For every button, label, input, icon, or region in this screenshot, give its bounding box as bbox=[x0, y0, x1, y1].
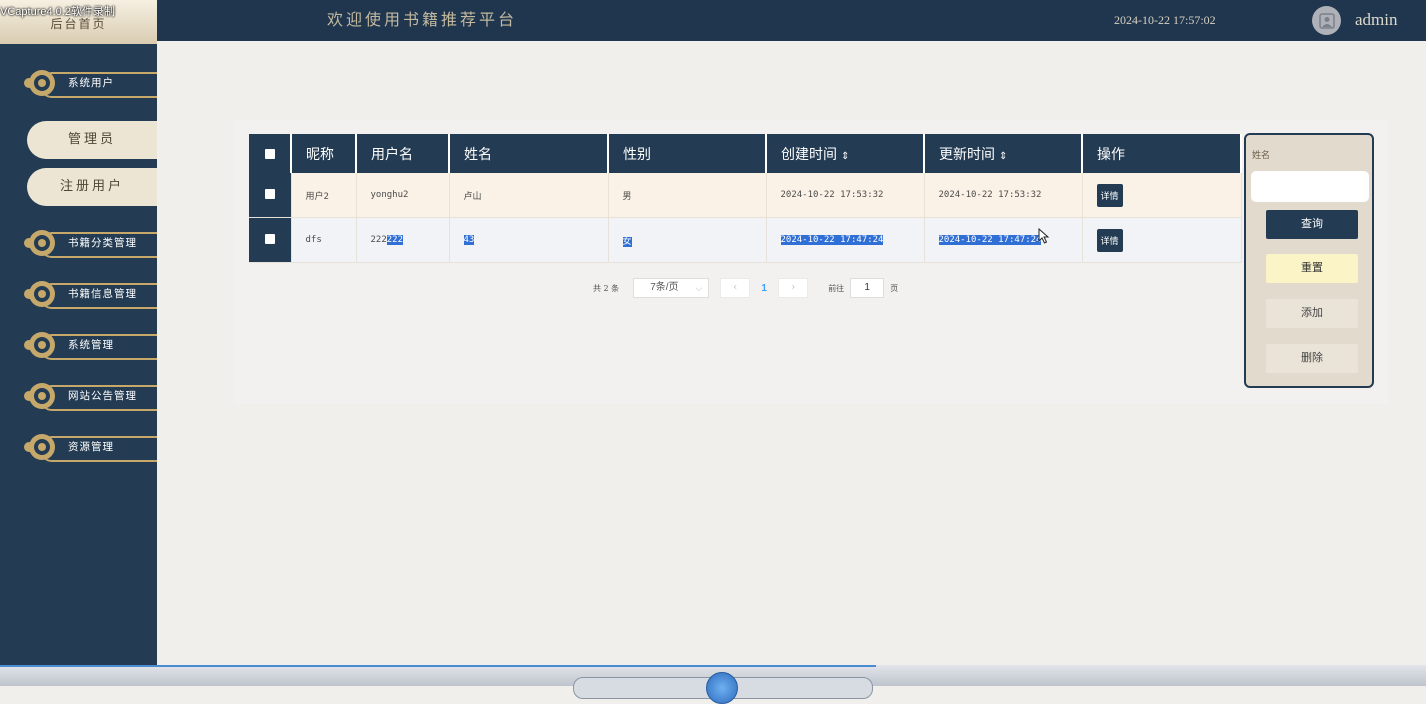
top-header: 欢迎使用书籍推荐平台 2024-10-22 17:57:02 admin bbox=[157, 0, 1426, 41]
user-avatar-icon bbox=[1318, 12, 1335, 29]
table-header-row: 昵称 用户名 姓名 性别 创建时间 ⇕ 更新时间 ⇕ 操作 bbox=[249, 134, 1242, 173]
sort-icon[interactable]: ⇕ bbox=[999, 151, 1007, 162]
search-panel: 姓名 查询 重置 添加 删除 bbox=[1244, 133, 1374, 388]
cell-name: 卢山 bbox=[449, 173, 609, 218]
play-icon[interactable] bbox=[706, 672, 738, 704]
cell-username: yonghu2 bbox=[356, 173, 450, 218]
column-header-action: 操作 bbox=[1082, 134, 1242, 173]
table-row: 用户2 yonghu2 卢山 男 2024-10-22 17:53:32 202… bbox=[249, 173, 1242, 218]
name-search-input[interactable] bbox=[1251, 171, 1369, 202]
sort-icon[interactable]: ⇕ bbox=[841, 151, 849, 162]
column-header-nickname: 昵称 bbox=[291, 134, 357, 173]
sidebar-item-resources[interactable]: 资源管理 bbox=[22, 429, 157, 465]
select-all-checkbox[interactable] bbox=[249, 134, 292, 173]
cell-created: 2024-10-22 17:53:32 bbox=[766, 173, 925, 218]
cell-nickname: dfs bbox=[291, 217, 357, 263]
goto-page-input[interactable]: 1 bbox=[850, 278, 885, 298]
cell-gender: 女 bbox=[608, 217, 767, 263]
page-number-current[interactable]: 1 bbox=[750, 283, 778, 294]
column-header-gender: 性别 bbox=[608, 134, 767, 173]
username-label[interactable]: admin bbox=[1355, 0, 1398, 40]
add-button[interactable]: 添加 bbox=[1266, 299, 1358, 328]
total-count: 共 2 条 bbox=[593, 283, 620, 293]
pagination: 共 2 条 7条/页 ⌵ ‹ 1 › 前往 1 页 bbox=[593, 278, 898, 298]
detail-button[interactable]: 详情 bbox=[1096, 183, 1123, 207]
cloud-ornament-icon bbox=[24, 434, 55, 460]
cloud-ornament-icon bbox=[24, 281, 55, 307]
sidebar-item-label: 书籍信息管理 bbox=[68, 288, 137, 300]
sidebar: 后台首页 系统用户 管理员 注册用户 书籍分类管理 书籍信息管理 系统管理 网站… bbox=[0, 0, 157, 686]
cell-username: 222222 bbox=[356, 217, 450, 263]
page-title: 欢迎使用书籍推荐平台 bbox=[327, 10, 518, 29]
table-row: dfs 222222 43 女 2024-10-22 17:47:24 2024… bbox=[249, 217, 1242, 263]
page-suffix: 页 bbox=[890, 283, 899, 293]
next-page-button[interactable]: › bbox=[778, 278, 809, 298]
cell-nickname: 用户2 bbox=[291, 173, 357, 218]
sidebar-item-label: 系统用户 bbox=[68, 77, 114, 89]
row-checkbox[interactable] bbox=[249, 173, 292, 218]
sidebar-item-system-users[interactable]: 系统用户 bbox=[22, 65, 157, 101]
sidebar-subitem-admin[interactable]: 管理员 bbox=[27, 121, 157, 159]
reset-button[interactable]: 重置 bbox=[1266, 254, 1358, 283]
search-label-name: 姓名 bbox=[1252, 151, 1271, 161]
column-header-created[interactable]: 创建时间 ⇕ bbox=[766, 134, 925, 173]
cloud-ornament-icon bbox=[24, 70, 55, 96]
cell-action: 详情 bbox=[1082, 173, 1242, 218]
sidebar-item-label: 书籍分类管理 bbox=[68, 237, 137, 249]
row-checkbox[interactable] bbox=[249, 217, 292, 263]
sidebar-item-label: 资源管理 bbox=[68, 441, 114, 453]
sidebar-item-system-manage[interactable]: 系统管理 bbox=[22, 327, 157, 363]
recorder-watermark: VCapture4.0.2软件录制 bbox=[0, 6, 115, 18]
prev-page-button[interactable]: ‹ bbox=[720, 278, 751, 298]
playback-progress[interactable] bbox=[0, 665, 876, 667]
avatar[interactable] bbox=[1312, 6, 1341, 35]
delete-button[interactable]: 删除 bbox=[1266, 344, 1358, 373]
chevron-down-icon: ⌵ bbox=[695, 283, 703, 293]
cell-updated: 2024-10-22 17:47:24 bbox=[924, 217, 1083, 263]
cell-gender: 男 bbox=[608, 173, 767, 218]
cloud-ornament-icon bbox=[24, 230, 55, 256]
mouse-cursor-icon bbox=[1038, 228, 1049, 244]
sidebar-item-book-info[interactable]: 书籍信息管理 bbox=[22, 276, 157, 312]
cloud-ornament-icon bbox=[24, 383, 55, 409]
sidebar-subitem-registered-users[interactable]: 注册用户 bbox=[27, 168, 157, 206]
cell-updated: 2024-10-22 17:53:32 bbox=[924, 173, 1083, 218]
column-header-name: 姓名 bbox=[449, 134, 609, 173]
cell-action: 详情 bbox=[1082, 217, 1242, 263]
sidebar-item-book-category[interactable]: 书籍分类管理 bbox=[22, 225, 157, 261]
cell-name: 43 bbox=[449, 217, 609, 263]
cloud-ornament-icon bbox=[24, 332, 55, 358]
column-header-username: 用户名 bbox=[356, 134, 450, 173]
column-header-updated[interactable]: 更新时间 ⇕ bbox=[924, 134, 1083, 173]
page-size-select[interactable]: 7条/页 ⌵ bbox=[633, 278, 710, 298]
query-button[interactable]: 查询 bbox=[1266, 210, 1358, 239]
goto-label: 前往 bbox=[828, 283, 845, 293]
current-datetime: 2024-10-22 17:57:02 bbox=[1114, 13, 1216, 27]
user-table: 昵称 用户名 姓名 性别 创建时间 ⇕ 更新时间 ⇕ 操作 用户2 yonghu2 … bbox=[249, 134, 1242, 263]
sidebar-item-label: 系统管理 bbox=[68, 339, 114, 351]
sidebar-item-label: 网站公告管理 bbox=[68, 390, 137, 402]
sidebar-item-announcements[interactable]: 网站公告管理 bbox=[22, 378, 157, 414]
cell-created: 2024-10-22 17:47:24 bbox=[766, 217, 925, 263]
detail-button[interactable]: 详情 bbox=[1096, 228, 1123, 252]
